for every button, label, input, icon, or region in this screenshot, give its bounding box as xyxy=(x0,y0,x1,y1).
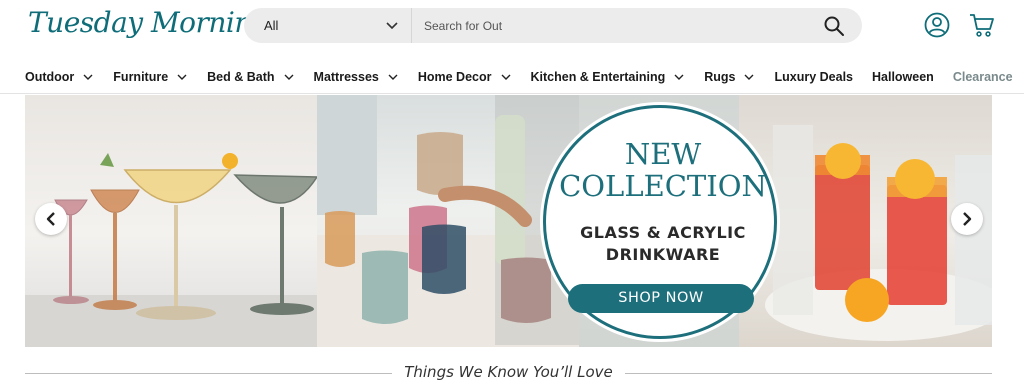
divider xyxy=(625,373,992,374)
nav-item-label: Halloween xyxy=(872,70,934,84)
nav-item-label: Outdoor xyxy=(25,70,75,84)
nav-item-mattresses[interactable]: Mattresses xyxy=(314,70,399,84)
nav-item-kitchen-entertaining[interactable]: Kitchen & Entertaining xyxy=(531,70,686,84)
search-category-select[interactable]: All xyxy=(244,8,412,43)
hero-illustration xyxy=(25,95,992,347)
carousel-next-button[interactable] xyxy=(951,203,983,235)
nav-item-halloween[interactable]: Halloween xyxy=(872,70,934,84)
search-icon[interactable] xyxy=(822,14,846,38)
shop-now-button[interactable]: SHOP NOW xyxy=(568,284,754,313)
nav-item-label: Kitchen & Entertaining xyxy=(530,70,666,84)
promo-title-line2: COLLECTION xyxy=(559,169,767,203)
site-header: Tuesday Morning All xyxy=(0,0,1024,56)
nav-item-rugs[interactable]: Rugs xyxy=(704,70,755,84)
nav-item-label: Luxury Deals xyxy=(774,70,853,84)
divider xyxy=(25,373,392,374)
chevron-down-icon xyxy=(177,74,187,80)
chevron-down-icon xyxy=(501,74,510,80)
main-nav: Outdoor Furniture Bed & Bath Mattresses … xyxy=(0,62,1024,94)
brand-logo[interactable]: Tuesday Morning xyxy=(28,6,270,39)
nav-item-label: Bed & Bath xyxy=(207,70,275,84)
nav-item-furniture[interactable]: Furniture xyxy=(113,70,188,84)
nav-item-clearance[interactable]: Clearance xyxy=(953,70,1013,84)
chevron-down-icon xyxy=(284,74,294,80)
nav-item-home-decor[interactable]: Home Decor xyxy=(418,70,512,84)
section-title: Things We Know You’ll Love xyxy=(404,363,613,381)
cart-icon[interactable] xyxy=(968,11,996,39)
chevron-down-icon xyxy=(83,74,93,80)
promo-subtitle-line2: DRINKWARE xyxy=(605,245,721,264)
section-header: Things We Know You’ll Love xyxy=(25,362,992,383)
chevron-down-icon xyxy=(386,22,398,30)
nav-item-label: Mattresses xyxy=(313,70,379,84)
hero-carousel[interactable]: NEW COLLECTION GLASS & ACRYLIC DRINKWARE… xyxy=(25,95,992,347)
nav-item-label: Clearance xyxy=(952,70,1013,84)
chevron-down-icon xyxy=(388,74,398,80)
promo-badge: NEW COLLECTION GLASS & ACRYLIC DRINKWARE… xyxy=(543,105,777,339)
promo-title-line1: NEW xyxy=(624,137,702,171)
search-input[interactable] xyxy=(424,14,804,37)
chevron-right-icon xyxy=(963,212,972,226)
search-category-label: All xyxy=(264,18,279,33)
nav-item-luxury-deals[interactable]: Luxury Deals xyxy=(774,70,853,84)
nav-item-label: Rugs xyxy=(704,70,736,84)
chevron-left-icon xyxy=(46,212,55,226)
nav-item-label: Home Decor xyxy=(417,70,492,84)
nav-item-bed-bath[interactable]: Bed & Bath xyxy=(207,70,294,84)
chevron-down-icon xyxy=(744,74,754,80)
search-bar: All xyxy=(244,8,862,43)
carousel-prev-button[interactable] xyxy=(35,203,67,235)
nav-item-outdoor[interactable]: Outdoor xyxy=(25,70,94,84)
promo-subtitle-line1: GLASS & ACRYLIC xyxy=(580,223,746,242)
account-icon[interactable] xyxy=(924,12,950,38)
nav-item-label: Furniture xyxy=(113,70,169,84)
chevron-down-icon xyxy=(674,74,684,80)
